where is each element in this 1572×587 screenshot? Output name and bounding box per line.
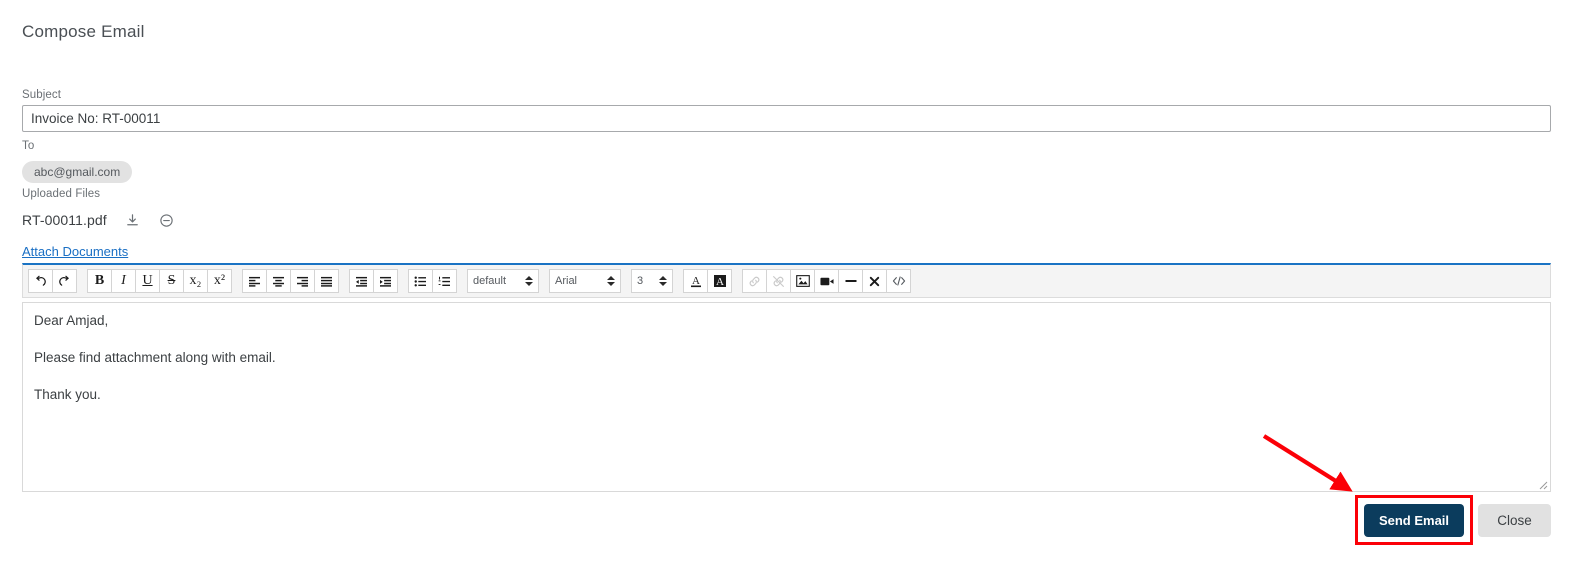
chevron-updown-icon (525, 276, 533, 286)
align-right-icon[interactable] (290, 269, 315, 293)
indent-icon[interactable] (373, 269, 398, 293)
uploaded-file-name: RT-00011.pdf (22, 212, 107, 228)
subject-label: Subject (22, 89, 62, 101)
subscript-icon[interactable]: x₂ (183, 269, 208, 293)
recipient-chip[interactable]: abc@gmail.com (22, 161, 133, 183)
superscript-icon[interactable]: x² (207, 269, 232, 293)
italic-glyph: I (121, 273, 126, 288)
indent-group (349, 269, 398, 293)
code-view-icon[interactable] (886, 269, 911, 293)
ordered-list-icon[interactable] (432, 269, 457, 293)
underline-glyph: U (142, 273, 153, 288)
body-paragraph: Please find attachment along with email. (34, 349, 276, 365)
text-format-group: B I U S x₂ x² (87, 269, 232, 293)
minus-circle-icon[interactable] (159, 212, 175, 228)
outdent-icon[interactable] (349, 269, 374, 293)
email-body-editor[interactable]: Dear Amjad, Please find attachment along… (22, 302, 1551, 492)
subject-input[interactable] (22, 105, 1551, 132)
bold-glyph: B (94, 273, 105, 288)
align-left-icon[interactable] (242, 269, 267, 293)
horizontal-rule-icon[interactable] (838, 269, 863, 293)
chevron-updown-icon (607, 276, 615, 286)
strikethrough-icon[interactable]: S (159, 269, 184, 293)
font-size-select[interactable]: 3 (631, 269, 673, 293)
bold-icon[interactable]: B (87, 269, 112, 293)
align-center-icon[interactable] (266, 269, 291, 293)
chevron-updown-icon (659, 276, 667, 286)
clear-format-icon[interactable] (862, 269, 887, 293)
uploaded-files-label: Uploaded Files (22, 188, 101, 200)
download-icon[interactable] (125, 212, 141, 228)
underline-icon[interactable]: U (135, 269, 160, 293)
redo-icon[interactable] (52, 269, 77, 293)
italic-icon[interactable]: I (111, 269, 136, 293)
video-icon[interactable] (814, 269, 839, 293)
font-family-value: Arial (555, 275, 578, 287)
svg-text:A: A (716, 276, 724, 288)
list-group (408, 269, 457, 293)
undo-icon[interactable] (28, 269, 53, 293)
paragraph-style-value: default (473, 275, 507, 287)
color-group: A A (683, 269, 732, 293)
compose-email-page: Compose Email Subject To abc@gmail.com U… (0, 0, 1572, 587)
history-group (28, 269, 77, 293)
unlink-icon[interactable] (766, 269, 791, 293)
strikethrough-glyph: S (167, 273, 176, 288)
highlight-color-icon[interactable]: A (707, 269, 732, 293)
body-paragraph: Dear Amjad, (34, 313, 109, 328)
paragraph-style-select[interactable]: default (467, 269, 539, 293)
resize-grip-icon[interactable] (1536, 478, 1548, 490)
link-icon[interactable] (742, 269, 767, 293)
subscript-glyph: x₂ (189, 273, 202, 288)
to-label: To (22, 140, 35, 152)
svg-text:A: A (692, 275, 700, 287)
font-family-select[interactable]: Arial (549, 269, 621, 293)
page-title: Compose Email (22, 22, 145, 41)
body-paragraph: Thank you. (34, 386, 101, 402)
attach-documents-link[interactable]: Attach Documents (22, 244, 128, 259)
superscript-glyph: x² (213, 273, 226, 288)
editor-toolbar: B I U S x₂ x² default Arial 3 A A (22, 263, 1551, 298)
font-size-value: 3 (637, 275, 644, 287)
uploaded-file-row: RT-00011.pdf (22, 210, 175, 230)
send-email-button[interactable]: Send Email (1364, 504, 1464, 537)
image-icon[interactable] (790, 269, 815, 293)
insert-group (742, 269, 911, 293)
unordered-list-icon[interactable] (408, 269, 433, 293)
align-justify-icon[interactable] (314, 269, 339, 293)
alignment-group (242, 269, 339, 293)
close-button[interactable]: Close (1478, 504, 1551, 537)
text-color-icon[interactable]: A (683, 269, 708, 293)
